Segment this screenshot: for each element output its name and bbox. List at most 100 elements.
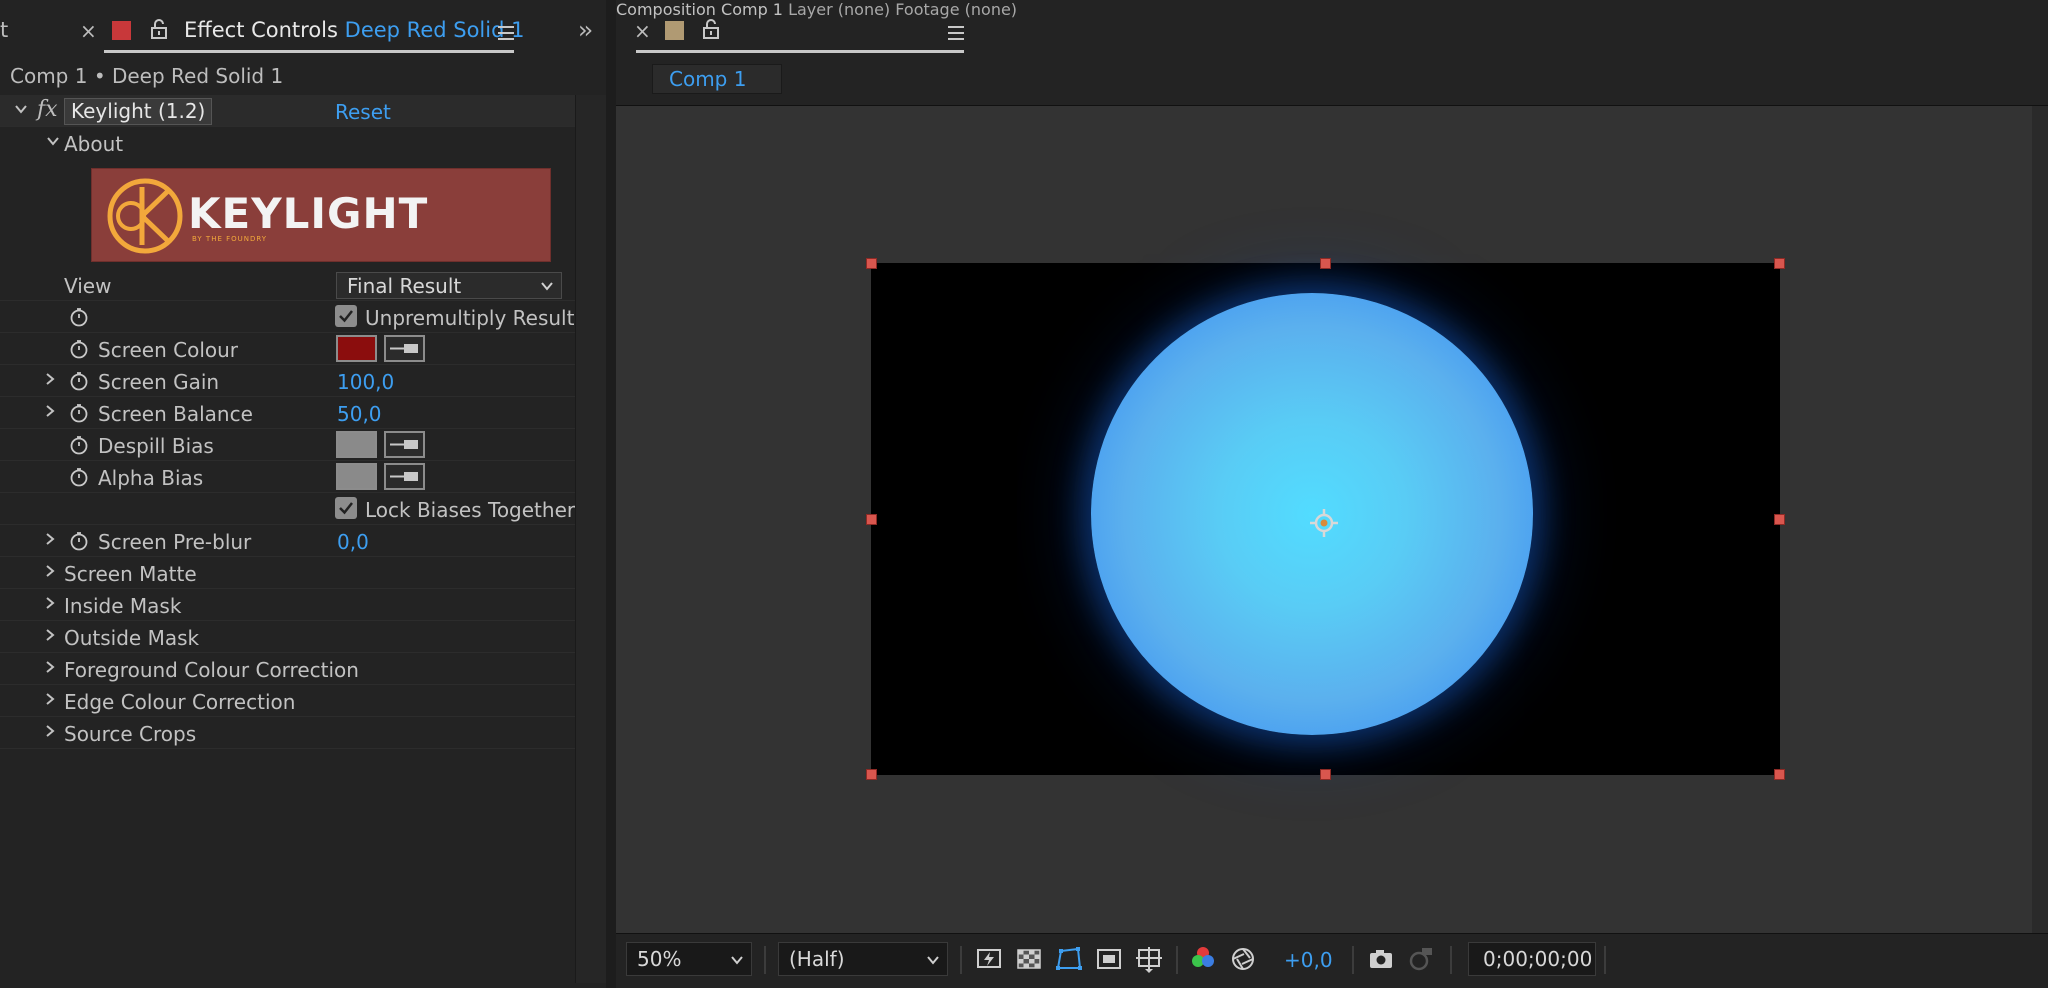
show-snapshot-icon[interactable]: [1406, 944, 1436, 974]
chevron-right-icon[interactable]: [43, 371, 57, 385]
vertical-scrollbar[interactable]: [575, 95, 606, 983]
view-dropdown-value: Final Result: [347, 274, 462, 298]
resolution-value: (Half): [789, 947, 845, 971]
about-row: About: [0, 127, 575, 159]
tab-title: Effect Controls: [184, 18, 338, 42]
tab-composition[interactable]: Composition Comp 1: [616, 0, 788, 19]
vertical-scrollbar[interactable]: [2032, 106, 2048, 933]
chevron-right-icon[interactable]: [43, 595, 57, 609]
transform-handle[interactable]: [1774, 769, 1785, 780]
unlock-icon[interactable]: [702, 19, 720, 39]
transform-handle[interactable]: [866, 514, 877, 525]
lock-biases-row: Lock Biases Together: [0, 493, 575, 525]
chevron-down-icon[interactable]: [14, 101, 28, 115]
stopwatch-icon[interactable]: [69, 435, 89, 455]
transform-handle[interactable]: [1774, 514, 1785, 525]
keylight-logo: KEYLIGHT BY THE FOUNDRY: [91, 168, 551, 262]
transform-handle[interactable]: [1774, 258, 1785, 269]
transparency-grid-icon[interactable]: [1014, 944, 1044, 974]
reset-exposure-icon[interactable]: [1228, 944, 1258, 974]
anchor-point-icon[interactable]: [1307, 506, 1341, 540]
tab-layer[interactable]: Layer (none): [788, 0, 890, 19]
tab-title: Composition: [616, 0, 716, 19]
group-row[interactable]: Foreground Colour Correction: [0, 653, 575, 685]
chevron-right-icon[interactable]: [43, 403, 57, 417]
fx-toggle-icon[interactable]: fx: [37, 97, 58, 122]
viewer-toolbar: 50% (Half) +0,0 0;00;00;00: [616, 933, 2048, 988]
comp-flowchart-chip[interactable]: Comp 1: [652, 64, 782, 94]
group-row[interactable]: Source Crops: [0, 717, 575, 749]
view-dropdown[interactable]: Final Result: [336, 272, 562, 299]
eyedropper-button[interactable]: [384, 431, 425, 458]
transform-handle[interactable]: [1320, 769, 1331, 780]
screen-balance-row: Screen Balance 50,0: [0, 397, 575, 429]
timecode-field[interactable]: 0;00;00;00: [1468, 942, 1596, 976]
logo-subtitle: BY THE FOUNDRY: [192, 235, 268, 243]
group-label: Inside Mask: [64, 594, 182, 618]
chevron-right-icon[interactable]: [43, 627, 57, 641]
stopwatch-icon[interactable]: [69, 403, 89, 423]
exposure-value[interactable]: +0,0: [1284, 948, 1333, 972]
stopwatch-icon[interactable]: [69, 371, 89, 391]
reset-button[interactable]: Reset: [335, 100, 391, 124]
breadcrumb: Comp 1 • Deep Red Solid 1: [10, 64, 284, 88]
screen-colour-label: Screen Colour: [98, 338, 239, 362]
stopwatch-icon[interactable]: [69, 307, 89, 327]
zoom-value: 50%: [637, 947, 682, 971]
despill-bias-row: Despill Bias: [0, 429, 575, 461]
unpremultiply-row: Unpremultiply Result: [0, 301, 575, 333]
stopwatch-icon[interactable]: [69, 531, 89, 551]
alpha-bias-swatch[interactable]: [336, 463, 377, 490]
chevron-right-icon[interactable]: [43, 563, 57, 577]
chevron-down-icon: [541, 282, 553, 291]
comp-color-swatch: [665, 21, 684, 40]
transform-handle[interactable]: [866, 258, 877, 269]
fast-previews-icon[interactable]: [974, 944, 1004, 974]
close-icon[interactable]: ×: [634, 19, 651, 43]
group-row[interactable]: Edge Colour Correction: [0, 685, 575, 717]
screen-preblur-value[interactable]: 0,0: [337, 530, 369, 554]
panel-menu-icon[interactable]: [948, 26, 964, 40]
close-icon[interactable]: ×: [80, 19, 97, 43]
channel-rgb-icon[interactable]: [1188, 944, 1218, 974]
panel-menu-icon[interactable]: [498, 26, 514, 40]
grid-guides-icon[interactable]: [1134, 944, 1164, 974]
screen-colour-swatch[interactable]: [336, 335, 377, 362]
chevron-right-icon[interactable]: [43, 691, 57, 705]
group-label: Source Crops: [64, 722, 197, 746]
transform-handle[interactable]: [1320, 258, 1331, 269]
region-of-interest-icon[interactable]: [1094, 944, 1124, 974]
resolution-dropdown[interactable]: (Half): [778, 942, 948, 976]
despill-bias-swatch[interactable]: [336, 431, 377, 458]
transform-handle[interactable]: [866, 769, 877, 780]
chevron-down-icon[interactable]: [46, 133, 60, 147]
tab-footage[interactable]: Footage (none): [895, 0, 1017, 19]
chevron-right-icon[interactable]: [43, 531, 57, 545]
zoom-dropdown[interactable]: 50%: [626, 942, 752, 976]
chevron-right-icon[interactable]: [43, 723, 57, 737]
screen-gain-value[interactable]: 100,0: [337, 370, 394, 394]
screen-preblur-row: Screen Pre-blur 0,0: [0, 525, 575, 557]
eyedropper-button[interactable]: [384, 335, 425, 362]
unpremultiply-checkbox[interactable]: [335, 305, 357, 327]
effect-name[interactable]: Keylight (1.2): [64, 98, 213, 125]
group-row[interactable]: Screen Matte: [0, 557, 575, 589]
stopwatch-icon[interactable]: [69, 339, 89, 359]
snapshot-camera-icon[interactable]: [1366, 944, 1396, 974]
tab-effect-controls[interactable]: Effect Controls Deep Red Solid 1: [184, 18, 524, 42]
screen-balance-value[interactable]: 50,0: [337, 402, 382, 426]
toolbar-divider: [764, 946, 766, 974]
eyedropper-button[interactable]: [384, 463, 425, 490]
stopwatch-icon[interactable]: [69, 467, 89, 487]
mask-path-visibility-icon[interactable]: [1054, 944, 1084, 974]
screen-preblur-label: Screen Pre-blur: [98, 530, 252, 554]
screen-gain-label: Screen Gain: [98, 370, 220, 394]
unlock-icon[interactable]: [150, 19, 168, 39]
group-label: Foreground Colour Correction: [64, 658, 359, 682]
group-row[interactable]: Inside Mask: [0, 589, 575, 621]
chevron-right-icon[interactable]: [43, 659, 57, 673]
lock-biases-checkbox[interactable]: [335, 497, 357, 519]
expand-panels-icon[interactable]: ››: [578, 16, 593, 44]
group-row[interactable]: Outside Mask: [0, 621, 575, 653]
cut-off-tab[interactable]: t: [0, 18, 8, 42]
